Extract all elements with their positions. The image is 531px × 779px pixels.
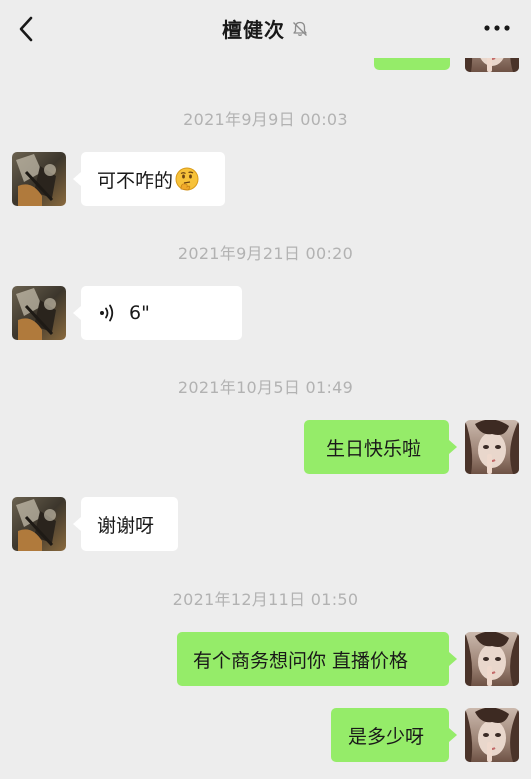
incoming-message-bubble[interactable]: 谢谢呀 [81, 497, 178, 551]
ellipsis-icon [484, 25, 510, 31]
message-text: 生日快乐啦 [326, 437, 422, 460]
bubble-tail [449, 440, 457, 454]
avatar-contact[interactable] [12, 152, 66, 206]
contact-avatar-image [12, 152, 66, 206]
bubble-tail [449, 652, 457, 666]
message-timestamp: 2021年12月11日 01:50 [172, 590, 359, 609]
more-options-button[interactable] [479, 16, 515, 40]
chat-title: 檀健次 [222, 18, 285, 42]
voice-duration: 6" [129, 302, 150, 324]
message-text: 是多少呀 [348, 725, 425, 748]
voice-message-bubble[interactable]: 6" [81, 286, 242, 340]
message-timestamp: 2021年9月9日 00:03 [183, 110, 348, 129]
avatar-self[interactable] [465, 708, 519, 762]
chat-area[interactable]: 2021年9月9日 00:03 可不咋的 2021年9月21日 00:20 6"… [0, 0, 531, 779]
outgoing-message-bubble[interactable]: 是多少呀 [331, 708, 449, 762]
chat-header: 檀健次 [0, 0, 531, 58]
bell-slash-icon [293, 21, 307, 36]
thinking-face-icon [175, 167, 199, 191]
contact-avatar-image [12, 286, 66, 340]
avatar-contact[interactable] [12, 497, 66, 551]
message-text: 有个商务想问你 直播价格 [193, 649, 409, 672]
title-group: 檀健次 [0, 14, 531, 43]
bubble-tail [73, 172, 81, 186]
outgoing-message-bubble[interactable]: 有个商务想问你 直播价格 [177, 632, 449, 686]
avatar-self[interactable] [465, 420, 519, 474]
bubble-tail [73, 517, 81, 531]
self-avatar-image [465, 420, 519, 474]
message-text: 谢谢呀 [97, 514, 155, 537]
message-text: 可不咋的 [97, 169, 174, 192]
incoming-message-bubble[interactable]: 可不咋的 [81, 152, 225, 206]
avatar-self[interactable] [465, 632, 519, 686]
contact-avatar-image [12, 497, 66, 551]
voice-icon [97, 302, 119, 324]
avatar-contact[interactable] [12, 286, 66, 340]
bubble-tail [73, 306, 81, 320]
message-timestamp: 2021年10月5日 01:49 [177, 378, 354, 397]
bubble-tail [449, 728, 457, 742]
outgoing-message-bubble[interactable]: 生日快乐啦 [304, 420, 449, 474]
self-avatar-image [465, 632, 519, 686]
self-avatar-image [465, 708, 519, 762]
message-timestamp: 2021年9月21日 00:20 [177, 244, 354, 263]
